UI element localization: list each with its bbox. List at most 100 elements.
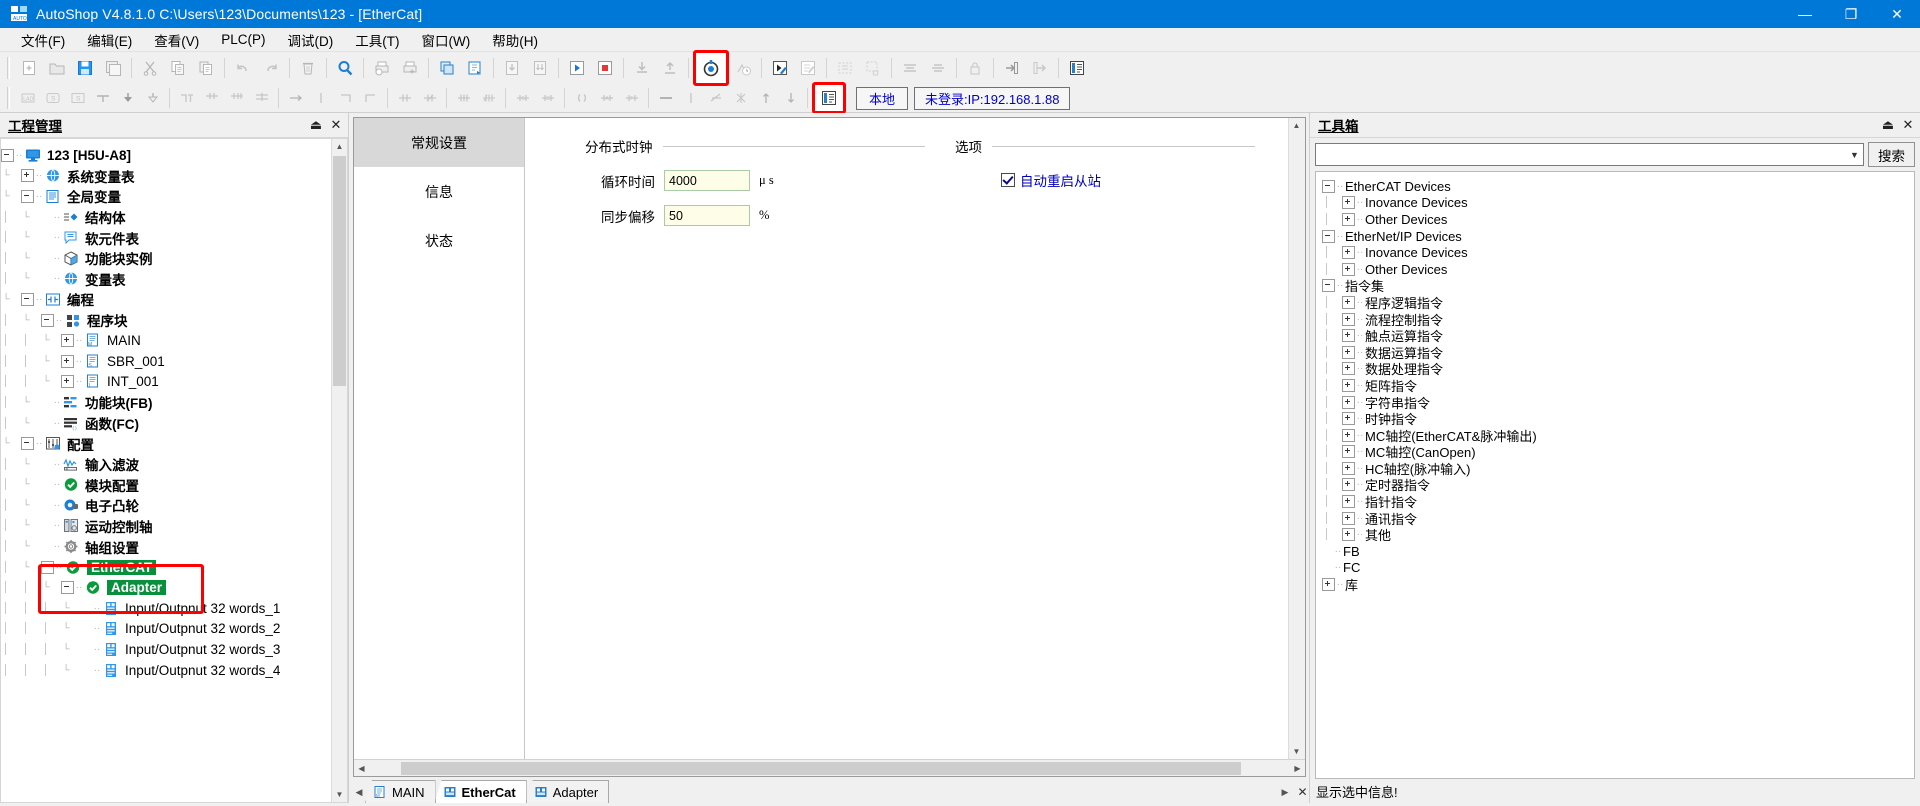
tree-expand-toggle[interactable] xyxy=(61,334,74,348)
upload-from-plc-icon[interactable] xyxy=(656,54,684,82)
bracket-f-icon[interactable]: F xyxy=(619,86,644,111)
inst-6-icon[interactable]: C xyxy=(535,86,560,111)
download-all-icon[interactable] xyxy=(526,54,554,82)
copy-icon[interactable] xyxy=(164,54,192,82)
toolbox-search-button[interactable]: 搜索 xyxy=(1868,142,1915,167)
branch-icon[interactable] xyxy=(174,86,199,111)
toolbox-tree-item[interactable]: │ ·· 数据运算指令 xyxy=(1322,344,1914,361)
hscroll-track[interactable] xyxy=(369,760,1290,776)
document-vscrollbar[interactable]: ▲ ▼ xyxy=(1288,118,1305,759)
toolbox-tree-item[interactable]: │ ·· 通讯指令 xyxy=(1322,510,1914,527)
compile-icon[interactable] xyxy=(433,54,461,82)
st-icon[interactable]: S xyxy=(40,86,65,111)
stop-icon[interactable] xyxy=(591,54,619,82)
monitor-icon[interactable] xyxy=(693,50,729,86)
download-project-icon[interactable] xyxy=(498,54,526,82)
tree-collapse-toggle[interactable] xyxy=(41,313,54,327)
toolbox-expand-toggle[interactable] xyxy=(1342,362,1355,376)
tree-collapse-toggle[interactable] xyxy=(41,560,54,574)
toolbox-tree-item[interactable]: │ ·· Inovance Devices xyxy=(1322,195,1914,212)
project-tree-item[interactable]: │ └ ·· 电子凸轮 xyxy=(1,495,347,516)
toolbox-expand-toggle[interactable] xyxy=(1342,478,1355,492)
tab-adapter[interactable]: Adapter xyxy=(525,780,610,803)
project-tree-item[interactable]: │ │ └ ·· Adapter xyxy=(1,577,347,598)
tab-nav-right[interactable]: ▶ ✕ xyxy=(1279,781,1309,803)
sync-offset-input[interactable]: 50 xyxy=(664,205,750,226)
login-icon[interactable] xyxy=(998,54,1026,82)
toolbox-tree-item[interactable]: ·· FB xyxy=(1322,543,1914,560)
panel-icon[interactable] xyxy=(1063,54,1091,82)
rung-icon[interactable] xyxy=(249,86,274,111)
toolbox-tree-item[interactable]: │ ·· 时钟指令 xyxy=(1322,410,1914,427)
scroll-down-arrow[interactable]: ▼ xyxy=(332,787,347,802)
project-tree-item[interactable]: │ │ │ └ ·· Input/Outpnut 32 words_3 xyxy=(1,639,347,660)
project-tree-item[interactable]: │ └ ·· 运动控制轴 xyxy=(1,516,347,537)
project-tree-item[interactable]: │ │ └ ·· I INT_001 xyxy=(1,372,347,393)
toolbox-expand-toggle[interactable] xyxy=(1342,212,1355,226)
tree-expand-toggle[interactable] xyxy=(21,169,34,183)
auto-restart-slave-checkbox[interactable] xyxy=(1001,173,1015,187)
project-tree-item[interactable]: │ │ │ └ ·· Input/Outpnut 32 words_2 xyxy=(1,619,347,640)
toolbox-search-combo[interactable]: ▼ xyxy=(1315,143,1864,166)
arrow-up-icon[interactable] xyxy=(753,86,778,111)
project-tree-item[interactable]: │ └ ·· 程序块 xyxy=(1,310,347,331)
toolbox-expand-toggle[interactable] xyxy=(1342,312,1355,326)
project-tree-item[interactable]: │ └ ·· 功能块实例 xyxy=(1,248,347,269)
project-tree-item[interactable]: │ │ │ └ ·· Input/Outpnut 32 words_4 xyxy=(1,660,347,681)
toolbox-tree-item[interactable]: │ ·· 程序逻辑指令 xyxy=(1322,294,1914,311)
print-preview-icon[interactable] xyxy=(368,54,396,82)
project-tree-item[interactable]: │ └ ·· 输入滤波 xyxy=(1,454,347,475)
minimize-button[interactable]: — xyxy=(1782,0,1828,28)
align-bottom-icon[interactable] xyxy=(924,54,952,82)
tab-scroll-left[interactable]: ◀ xyxy=(353,787,365,798)
paste-icon[interactable] xyxy=(192,54,220,82)
search-icon[interactable] xyxy=(331,54,359,82)
toolbox-expand-toggle[interactable] xyxy=(1342,528,1355,542)
toolbox-pin-icon[interactable]: ⏏ xyxy=(1880,116,1896,134)
timing-monitor-icon[interactable] xyxy=(729,54,757,82)
toolbar2-grip[interactable] xyxy=(5,87,12,109)
local-button[interactable]: 本地 xyxy=(856,86,909,110)
toolbox-tree[interactable]: ·· EtherCAT Devices │ ·· Inovance Devices │ ··… xyxy=(1316,172,1914,593)
toolbox-tree-item[interactable]: │ ·· 字符串指令 xyxy=(1322,394,1914,411)
project-tree-item[interactable]: │ └ ·· 模块配置 xyxy=(1,475,347,496)
contact-no-icon[interactable] xyxy=(199,86,224,111)
toolbox-tree-item[interactable]: ·· 库 xyxy=(1322,576,1914,593)
inst-3-icon[interactable] xyxy=(451,86,476,111)
toolbox-tree-item[interactable]: ·· FC xyxy=(1322,560,1914,577)
doc-scroll-up-arrow[interactable]: ▲ xyxy=(1289,118,1304,133)
toolbox-expand-toggle[interactable] xyxy=(1342,246,1355,260)
cycle-time-input[interactable]: 4000 xyxy=(664,170,750,191)
hscroll-left-arrow[interactable]: ◀ xyxy=(354,761,369,776)
save-all-icon[interactable] xyxy=(99,54,127,82)
project-tree-item[interactable]: │ └ ·· 功能块(FB) xyxy=(1,392,347,413)
inst-2-icon[interactable] xyxy=(417,86,442,111)
panel2-icon[interactable] xyxy=(812,82,846,114)
toolbox-expand-toggle[interactable] xyxy=(1342,445,1355,459)
inst-4-icon[interactable] xyxy=(476,86,501,111)
tree-collapse-toggle[interactable] xyxy=(21,292,34,306)
project-tree-item[interactable]: │ └ ·· 轴组设置 xyxy=(1,536,347,557)
editor-nav-item-0[interactable]: 常规设置 xyxy=(354,118,524,167)
contact-nc-icon[interactable] xyxy=(224,86,249,111)
toolbox-expand-toggle[interactable] xyxy=(1342,329,1355,343)
tab-close-button[interactable]: ✕ xyxy=(1296,785,1309,799)
project-tree-item[interactable]: ·· 123 [H5U-A8] xyxy=(1,145,347,166)
project-tree-item[interactable]: └ ·· 编程 xyxy=(1,289,347,310)
insert-network-icon[interactable] xyxy=(831,54,859,82)
open-folder-icon[interactable] xyxy=(43,54,71,82)
toolbox-expand-toggle[interactable] xyxy=(1342,395,1355,409)
toolbox-expand-toggle[interactable] xyxy=(1342,428,1355,442)
inst-5-icon[interactable]: S xyxy=(510,86,535,111)
tab-ethercat[interactable]: EtherCat xyxy=(434,780,527,803)
project-tree-item[interactable]: │ └ ·· 软元件表 xyxy=(1,227,347,248)
toolbox-tree-item[interactable]: │ ·· HC轴控(脉冲输入) xyxy=(1322,460,1914,477)
document-hscrollbar[interactable]: ◀ ▶ xyxy=(354,759,1305,776)
toolbox-close-icon[interactable]: ✕ xyxy=(1900,116,1916,134)
menu-debug[interactable]: 调试(D) xyxy=(277,28,345,52)
close-button[interactable]: ✕ xyxy=(1874,0,1920,28)
toolbox-expand-toggle[interactable] xyxy=(1322,578,1335,592)
project-tree-scrollbar[interactable]: ▲ ▼ xyxy=(331,139,347,802)
toolbox-collapse-toggle[interactable] xyxy=(1322,229,1335,243)
toolbox-expand-toggle[interactable] xyxy=(1342,262,1355,276)
